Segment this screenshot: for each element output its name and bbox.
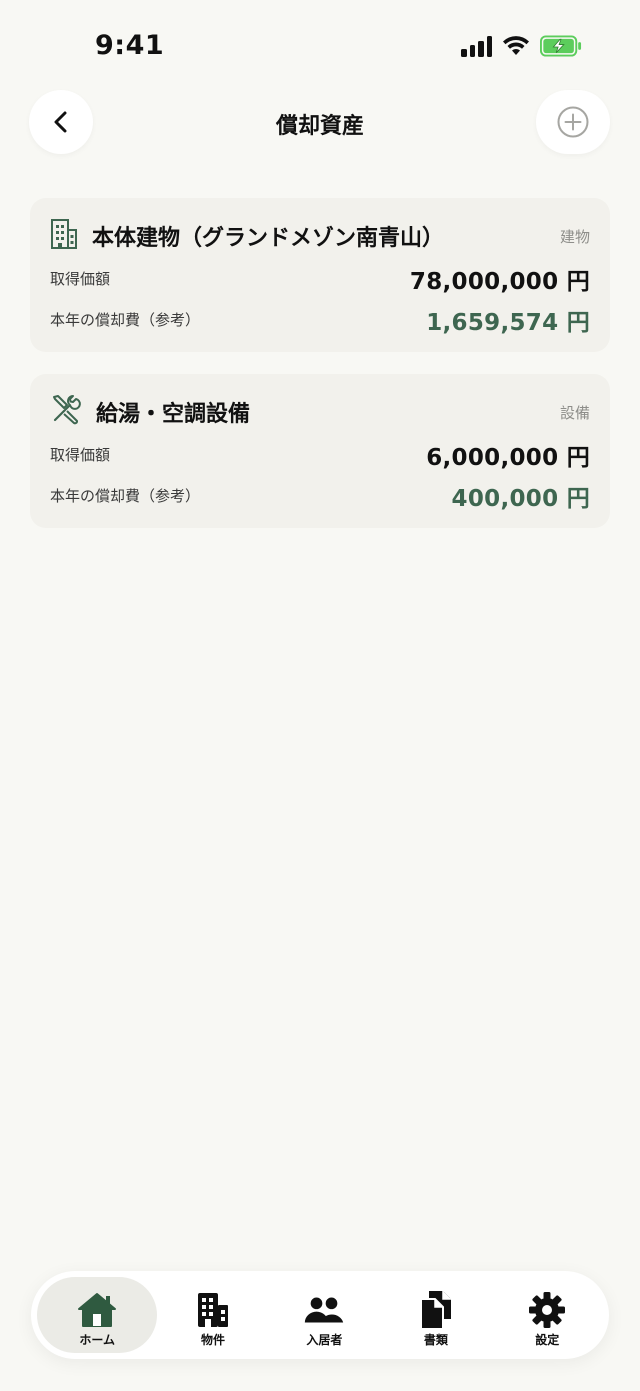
tab-documents[interactable]: 書類 — [380, 1277, 491, 1353]
gear-icon — [529, 1292, 566, 1328]
acquisition-label: 取得価額 — [50, 446, 111, 464]
status-bar: 9:41 — [0, 0, 640, 90]
tools-icon — [53, 395, 81, 425]
depreciation-label: 本年の償却費（参考） — [50, 311, 201, 329]
tab-label: ホーム — [79, 1333, 115, 1347]
tab-settings[interactable]: 設定 — [492, 1277, 603, 1353]
battery-charging-icon — [540, 35, 582, 57]
home-icon — [78, 1293, 117, 1327]
building-icon — [51, 219, 77, 249]
acquisition-value: 78,000,000 円 — [409, 269, 590, 295]
acquisition-label: 取得価額 — [50, 270, 111, 288]
asset-category: 建物 — [559, 228, 590, 246]
cellular-signal-icon — [461, 35, 492, 57]
tab-tenants[interactable]: 入居者 — [269, 1277, 380, 1353]
wifi-icon — [503, 36, 529, 55]
asset-name: 本体建物（グランドメゾン南青山） — [92, 226, 445, 251]
acquisition-value: 6,000,000 円 — [426, 445, 590, 471]
tab-label: 入居者 — [306, 1333, 343, 1347]
asset-card[interactable]: 給湯・空調設備 設備 取得価額 6,000,000 円 本年の償却費（参考） 4… — [30, 374, 610, 528]
asset-category: 設備 — [559, 404, 590, 422]
depreciation-label: 本年の償却費（参考） — [50, 487, 201, 505]
building-icon — [198, 1293, 228, 1327]
tab-home[interactable]: ホーム — [37, 1277, 158, 1353]
asset-card[interactable]: 本体建物（グランドメゾン南青山） 建物 取得価額 78,000,000 円 本年… — [30, 198, 610, 352]
tab-label: 物件 — [201, 1333, 226, 1347]
status-icons — [461, 35, 582, 57]
tab-properties[interactable]: 物件 — [157, 1277, 268, 1353]
add-asset-button[interactable] — [536, 90, 610, 154]
status-time: 9:41 — [95, 30, 165, 61]
tab-label: 設定 — [535, 1333, 560, 1347]
asset-name: 給湯・空調設備 — [96, 402, 251, 427]
tab-bar: ホーム 物件 入居者 書類 設定 — [31, 1271, 609, 1359]
people-icon — [305, 1297, 344, 1323]
depreciation-value: 400,000 円 — [451, 486, 590, 512]
depreciation-value: 1,659,574 円 — [426, 310, 590, 336]
tab-label: 書類 — [423, 1333, 448, 1347]
screen: 9:41 償却資産 本体建物（グランドメゾン南青山） 建物 取得価額 78,00… — [0, 0, 640, 1391]
plus-circle-icon — [557, 106, 589, 138]
header: 償却資産 — [0, 90, 640, 156]
documents-icon — [419, 1291, 451, 1330]
